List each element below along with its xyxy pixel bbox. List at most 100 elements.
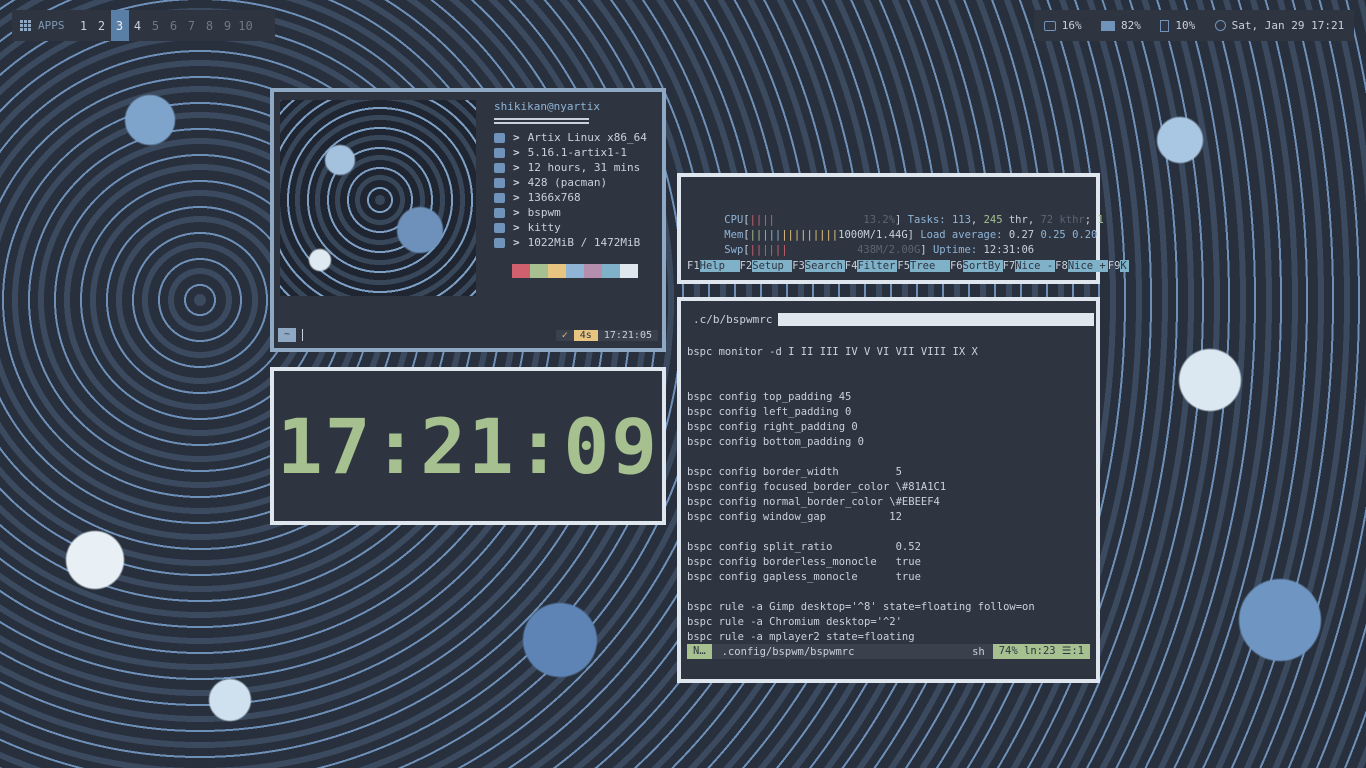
info-row: >12 hours, 31 mins <box>494 160 654 175</box>
chevron-right-icon: > <box>513 191 520 204</box>
palette-swatch <box>512 264 530 278</box>
workspace-button[interactable]: 5 <box>147 10 165 41</box>
shell-prompt[interactable]: ~ ✓ 4s 17:21:05 <box>278 328 658 342</box>
disk-icon <box>1043 20 1056 31</box>
status-bar: 16% 82% 10% Sat, Jan 29 17:21 <box>1034 10 1354 41</box>
info-value: 5.16.1-artix1-1 <box>527 146 627 159</box>
memory-status[interactable]: 82% <box>1101 19 1141 32</box>
function-key-label[interactable]: SortBy <box>962 260 1003 272</box>
function-key-label[interactable]: Search <box>804 260 845 272</box>
user-host: shikikan@nyartix <box>494 100 600 113</box>
function-key[interactable]: F5 <box>897 260 910 272</box>
function-key-label[interactable]: Nice - <box>1015 260 1056 272</box>
code-line: bspc config right_padding 0 <box>687 421 858 433</box>
tabline-fill <box>778 313 1095 326</box>
prompt-time: 17:21:05 <box>597 329 658 341</box>
date-status[interactable]: Sat, Jan 29 17:21 <box>1214 19 1345 32</box>
code-area[interactable]: bspc monitor -d I II III IV V VI VII VII… <box>687 345 1035 645</box>
chevron-right-icon: > <box>513 161 520 174</box>
file-path: .config/bspwm/bspwmrc <box>721 645 855 658</box>
palette-swatch <box>494 264 512 278</box>
function-key-label[interactable]: K <box>1120 260 1129 272</box>
code-line: bspc config borderless_monocle true <box>687 556 921 568</box>
chevron-right-icon: > <box>513 236 520 249</box>
palette-swatch <box>566 264 584 278</box>
info-value: 1022MiB / 1472MiB <box>527 236 641 249</box>
clock-window[interactable]: 17:21:09 <box>270 367 666 525</box>
palette-swatch <box>530 264 548 278</box>
info-value: Artix Linux x86_64 <box>527 131 647 144</box>
workspace-button[interactable]: 3 <box>110 10 129 41</box>
workspace-button[interactable]: 6 <box>165 10 183 41</box>
palette-swatch <box>620 264 638 278</box>
info-row: > kitty <box>494 220 654 235</box>
user-icon <box>494 132 505 143</box>
memory-value: 82% <box>1121 19 1141 32</box>
info-row: >1366x768 <box>494 190 654 205</box>
palette-swatch <box>548 264 566 278</box>
workspace-button[interactable]: 10 <box>237 10 255 41</box>
function-key[interactable]: F8 <box>1055 260 1068 272</box>
function-key-label[interactable]: Tree <box>910 260 950 272</box>
function-key-label[interactable]: Setup <box>752 260 793 272</box>
window-icon <box>494 207 505 218</box>
function-key[interactable]: F7 <box>1003 260 1016 272</box>
file-type: sh <box>972 645 985 658</box>
memory-icon <box>494 237 505 248</box>
workspace-bar: APPS 1 2 3 4 5 6 7 8 9 10 <box>12 10 275 41</box>
code-line: bspc monitor -d I II III IV V VI VII VII… <box>687 346 978 358</box>
info-value: bspwm <box>527 206 561 219</box>
prompt-directory: ~ <box>278 328 297 342</box>
htop-function-keys: F1 Help F2 Setup F3 Search F4 Filter F5 Tree F6… <box>687 260 1129 272</box>
workspace-button[interactable]: 8 <box>201 10 219 41</box>
chevron-right-icon: > <box>513 221 520 234</box>
htop-window[interactable]: CPU[|||| 13.2%] Tasks: 113, 245 thr, 72 … <box>677 173 1129 284</box>
workspace-button[interactable]: 1 <box>75 10 93 41</box>
editor-mode: N… <box>687 644 712 659</box>
function-key-label[interactable]: Help <box>699 260 740 272</box>
cart-icon <box>494 177 505 188</box>
divider <box>494 122 589 124</box>
workspace-button[interactable]: 7 <box>183 10 201 41</box>
editor-window[interactable]: .c/b/bspwmrc bspc monitor -d I II III IV… <box>677 297 1100 683</box>
code-line: bspc config bottom_padding 0 <box>687 436 865 448</box>
info-row: > bspwm <box>494 205 654 220</box>
function-key[interactable]: F3 <box>792 260 805 272</box>
fetch-terminal-window[interactable]: shikikan@nyartix > Artix Linux x86_64 >5.1… <box>270 88 666 352</box>
apps-launcher[interactable]: APPS <box>12 19 75 32</box>
function-key[interactable]: F6 <box>950 260 963 272</box>
image-icon <box>494 192 505 203</box>
code-line: bspc config split_ratio 0.52 <box>687 541 921 553</box>
editor-statusline: N… .config/bspwm/bspwmrc sh 74% ln:23 ☰:… <box>687 644 1090 659</box>
success-check-icon: ✓ <box>555 329 574 341</box>
function-key-label[interactable]: Nice + <box>1067 260 1108 272</box>
function-key[interactable]: F9 <box>1108 260 1121 272</box>
editor-tabline: .c/b/bspwmrc <box>687 313 1095 326</box>
code-line: bspc config normal_border_color \#EBEEF4 <box>687 496 940 508</box>
code-line: bspc rule -a Gimp desktop='^8' state=flo… <box>687 601 1035 613</box>
text-cursor <box>302 329 304 341</box>
prompt-right-segment: ✓ 4s 17:21:05 <box>555 328 658 342</box>
buffer-tab[interactable]: .c/b/bspwmrc <box>687 313 778 326</box>
function-key-label[interactable]: Filter <box>857 260 898 272</box>
color-palette <box>494 264 654 278</box>
function-key[interactable]: F1 <box>687 260 700 272</box>
command-duration: 4s <box>573 329 598 341</box>
code-line: bspc config border_width 5 <box>687 466 902 478</box>
function-key[interactable]: F4 <box>845 260 858 272</box>
function-key[interactable]: F2 <box>740 260 753 272</box>
info-value: kitty <box>527 221 561 234</box>
workspace-button[interactable]: 4 <box>129 10 147 41</box>
disk-status[interactable]: 16% <box>1043 19 1082 32</box>
workspace-button[interactable]: 9 <box>219 10 237 41</box>
cpu-status[interactable]: 10% <box>1160 19 1195 32</box>
chevron-right-icon: > <box>513 131 520 144</box>
workspace-button[interactable]: 2 <box>93 10 111 41</box>
cpu-chip-icon <box>1160 19 1170 32</box>
datetime-value: Sat, Jan 29 17:21 <box>1231 19 1345 32</box>
palette-swatch <box>602 264 620 278</box>
palette-swatch <box>584 264 602 278</box>
code-line: bspc config window_gap 12 <box>687 511 902 523</box>
code-line: bspc rule -a Chromium desktop='^2' <box>687 616 902 628</box>
